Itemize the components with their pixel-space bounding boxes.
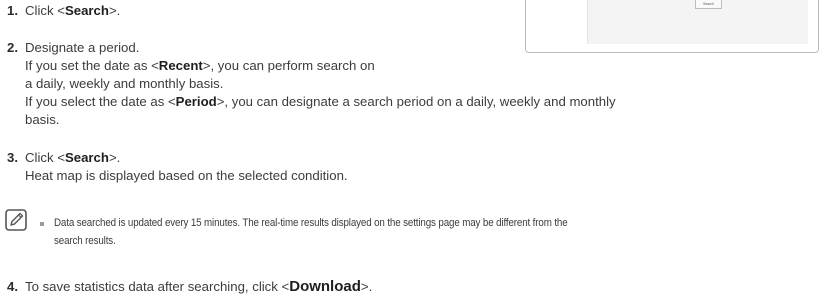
step-line: Designate a period. bbox=[25, 40, 140, 55]
step-number: 2. bbox=[7, 40, 18, 55]
step-line: Click <Search>. bbox=[25, 3, 121, 18]
step-number: 1. bbox=[7, 3, 18, 18]
ui-label-search: Search bbox=[64, 150, 109, 165]
screenshot-sidebar bbox=[532, 0, 582, 43]
note-pencil-icon bbox=[5, 209, 27, 231]
step-number: 3. bbox=[7, 150, 18, 165]
step-line: Heat map is displayed based on the selec… bbox=[25, 168, 348, 183]
step-line: If you select the date as <Period>, you … bbox=[25, 94, 616, 109]
note-text: Data searched is updated every 15 minute… bbox=[54, 217, 568, 229]
step-line: basis. bbox=[25, 112, 60, 127]
ui-label-period: Period bbox=[175, 94, 217, 109]
step-line: a daily, weekly and monthly basis. bbox=[25, 76, 224, 91]
step-line: Click <Search>. bbox=[25, 150, 121, 165]
search-screenshot-panel: Search bbox=[525, 0, 819, 53]
step-line: If you set the date as <Recent>, you can… bbox=[25, 58, 375, 73]
screenshot-search-button: Search bbox=[695, 0, 722, 9]
step-line: To save statistics data after searching,… bbox=[25, 278, 373, 295]
ui-label-recent: Recent bbox=[158, 58, 203, 73]
ui-label-download: Download bbox=[289, 278, 361, 295]
note-text: search results. bbox=[54, 235, 116, 247]
note-bullet bbox=[40, 222, 44, 226]
step-number: 4. bbox=[7, 279, 18, 294]
ui-label-search: Search bbox=[64, 3, 109, 18]
screenshot-content-area: Search bbox=[587, 0, 808, 44]
